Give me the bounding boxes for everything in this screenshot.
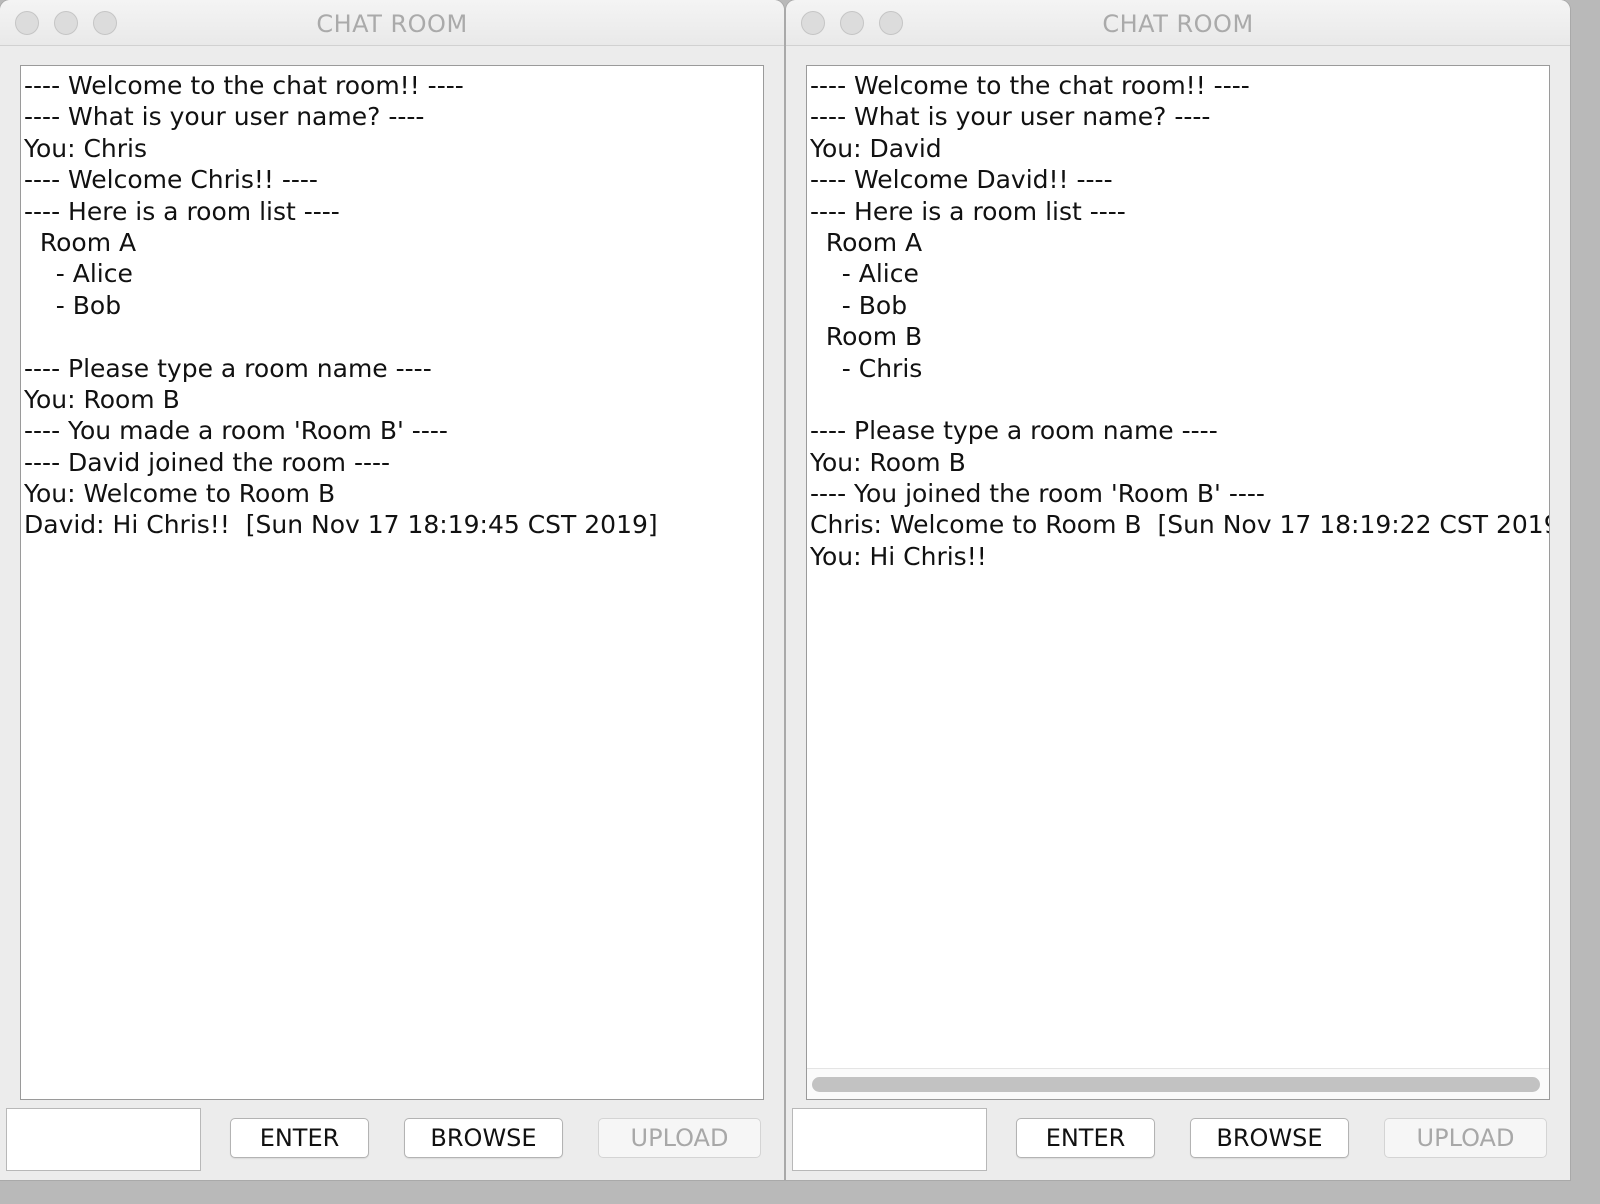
window-title: CHAT ROOM (316, 10, 468, 38)
chat-line: ---- Please type a room name ---- (24, 353, 432, 383)
chat-line (24, 321, 658, 352)
chat-line: ---- What is your user name? ---- (810, 102, 1211, 132)
chat-line: - Bob (810, 290, 908, 320)
chat-line: Chris: Welcome to Room B [Sun Nov 17 18:… (810, 510, 1550, 540)
chat-line: ---- Here is a room list ---- (810, 196, 1126, 226)
chat-line: You: Room B (24, 384, 180, 414)
chat-line: ---- Welcome to the chat room!! ---- (24, 71, 464, 100)
chat-log: ---- Welcome to the chat room!! ---- ----… (810, 70, 1550, 572)
message-input[interactable] (792, 1108, 987, 1171)
chat-window-david: CHAT ROOM ---- Welcome to the chat room!… (786, 0, 1570, 1180)
chat-line: ---- You made a room 'Room B' ---- (24, 416, 448, 446)
chat-line: ---- Here is a room list ---- (24, 196, 340, 226)
chat-line: ---- What is your user name? ---- (24, 102, 425, 132)
enter-button[interactable]: ENTER (1016, 1118, 1155, 1158)
chat-line: Room A (810, 227, 923, 257)
chat-window-chris: CHAT ROOM ---- Welcome to the chat room!… (0, 0, 784, 1180)
chat-line: Room B (810, 322, 923, 352)
title-bar[interactable]: CHAT ROOM (786, 0, 1570, 46)
chat-line: ---- Please type a room name ---- (810, 416, 1218, 446)
chat-line: ---- Welcome David!! ---- (810, 165, 1113, 195)
chat-line: ---- Welcome Chris!! ---- (24, 165, 318, 195)
enter-button[interactable]: ENTER (230, 1118, 369, 1158)
chat-line: ---- Welcome to the chat room!! ---- (810, 71, 1250, 100)
chat-line: You: Chris (24, 133, 148, 163)
chat-line: - Alice (24, 259, 133, 289)
chat-line: You: Welcome to Room B (24, 479, 336, 509)
upload-button[interactable]: UPLOAD (1384, 1118, 1547, 1158)
chat-line: Room A (24, 227, 137, 257)
window-title: CHAT ROOM (1102, 10, 1254, 38)
chat-line: ---- You joined the room 'Room B' ---- (810, 479, 1265, 509)
browse-button[interactable]: BROWSE (404, 1118, 563, 1158)
upload-button[interactable]: UPLOAD (598, 1118, 761, 1158)
scrollbar-thumb[interactable] (812, 1077, 1540, 1092)
chat-line: You: David (810, 133, 942, 163)
title-bar[interactable]: CHAT ROOM (0, 0, 784, 46)
chat-line: - Chris (810, 353, 923, 383)
chat-log-area[interactable]: ---- Welcome to the chat room!! ---- ----… (806, 65, 1550, 1100)
chat-log-area[interactable]: ---- Welcome to the chat room!! ---- ----… (20, 65, 764, 1100)
browse-button[interactable]: BROWSE (1190, 1118, 1349, 1158)
message-input[interactable] (6, 1108, 201, 1171)
chat-line: You: Hi Chris!! (810, 541, 987, 571)
chat-log: ---- Welcome to the chat room!! ---- ----… (24, 70, 658, 541)
chat-line: David: Hi Chris!! [Sun Nov 17 18:19:45 C… (24, 510, 658, 540)
chat-line: ---- David joined the room ---- (24, 447, 391, 477)
chat-line (810, 384, 1549, 415)
horizontal-scrollbar[interactable] (807, 1068, 1549, 1099)
chat-line: You: Room B (810, 447, 966, 477)
chat-line: - Alice (810, 259, 919, 289)
chat-line: - Bob (24, 290, 122, 320)
